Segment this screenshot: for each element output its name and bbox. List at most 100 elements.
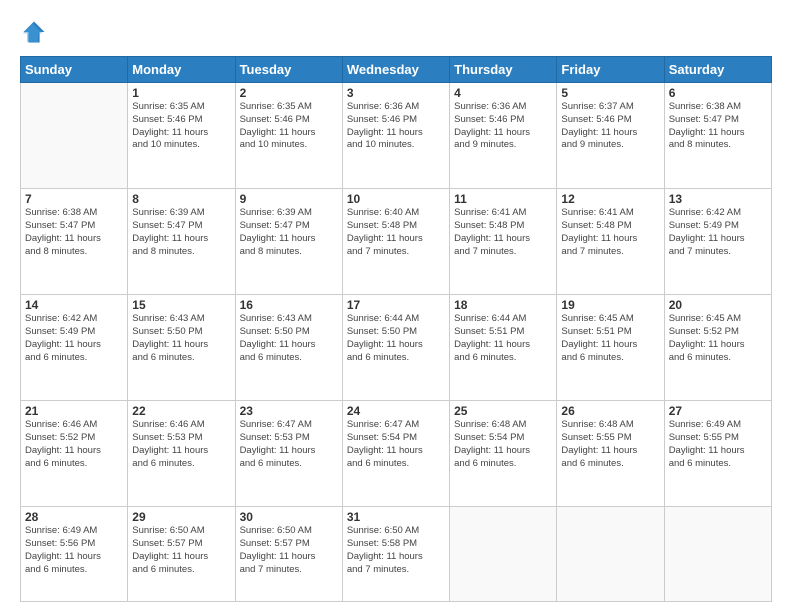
- cell-info: Sunrise: 6:36 AM Sunset: 5:46 PM Dayligh…: [347, 101, 445, 152]
- logo-icon: [20, 18, 48, 46]
- calendar-cell: 5Sunrise: 6:37 AM Sunset: 5:46 PM Daylig…: [557, 83, 664, 189]
- logo: [20, 18, 52, 46]
- calendar-week-row: 7Sunrise: 6:38 AM Sunset: 5:47 PM Daylig…: [21, 189, 772, 295]
- calendar-cell: [21, 83, 128, 189]
- cell-info: Sunrise: 6:43 AM Sunset: 5:50 PM Dayligh…: [240, 313, 338, 364]
- cell-info: Sunrise: 6:45 AM Sunset: 5:51 PM Dayligh…: [561, 313, 659, 364]
- day-number: 21: [25, 404, 123, 418]
- calendar-week-row: 21Sunrise: 6:46 AM Sunset: 5:52 PM Dayli…: [21, 401, 772, 507]
- calendar-cell: 3Sunrise: 6:36 AM Sunset: 5:46 PM Daylig…: [342, 83, 449, 189]
- calendar-cell: 18Sunrise: 6:44 AM Sunset: 5:51 PM Dayli…: [450, 295, 557, 401]
- calendar-cell: 28Sunrise: 6:49 AM Sunset: 5:56 PM Dayli…: [21, 507, 128, 602]
- cell-info: Sunrise: 6:50 AM Sunset: 5:57 PM Dayligh…: [240, 525, 338, 576]
- cell-info: Sunrise: 6:38 AM Sunset: 5:47 PM Dayligh…: [669, 101, 767, 152]
- weekday-header: Friday: [557, 57, 664, 83]
- cell-info: Sunrise: 6:37 AM Sunset: 5:46 PM Dayligh…: [561, 101, 659, 152]
- weekday-header: Thursday: [450, 57, 557, 83]
- calendar-cell: 2Sunrise: 6:35 AM Sunset: 5:46 PM Daylig…: [235, 83, 342, 189]
- calendar-cell: 12Sunrise: 6:41 AM Sunset: 5:48 PM Dayli…: [557, 189, 664, 295]
- cell-info: Sunrise: 6:39 AM Sunset: 5:47 PM Dayligh…: [240, 207, 338, 258]
- calendar-cell: 17Sunrise: 6:44 AM Sunset: 5:50 PM Dayli…: [342, 295, 449, 401]
- calendar-cell: 11Sunrise: 6:41 AM Sunset: 5:48 PM Dayli…: [450, 189, 557, 295]
- calendar-cell: [664, 507, 771, 602]
- cell-info: Sunrise: 6:40 AM Sunset: 5:48 PM Dayligh…: [347, 207, 445, 258]
- day-number: 17: [347, 298, 445, 312]
- calendar-cell: 1Sunrise: 6:35 AM Sunset: 5:46 PM Daylig…: [128, 83, 235, 189]
- weekday-header: Sunday: [21, 57, 128, 83]
- day-number: 27: [669, 404, 767, 418]
- day-number: 12: [561, 192, 659, 206]
- day-number: 2: [240, 86, 338, 100]
- day-number: 26: [561, 404, 659, 418]
- calendar-week-row: 14Sunrise: 6:42 AM Sunset: 5:49 PM Dayli…: [21, 295, 772, 401]
- calendar-cell: 10Sunrise: 6:40 AM Sunset: 5:48 PM Dayli…: [342, 189, 449, 295]
- day-number: 25: [454, 404, 552, 418]
- cell-info: Sunrise: 6:44 AM Sunset: 5:51 PM Dayligh…: [454, 313, 552, 364]
- cell-info: Sunrise: 6:47 AM Sunset: 5:54 PM Dayligh…: [347, 419, 445, 470]
- cell-info: Sunrise: 6:43 AM Sunset: 5:50 PM Dayligh…: [132, 313, 230, 364]
- calendar-cell: 29Sunrise: 6:50 AM Sunset: 5:57 PM Dayli…: [128, 507, 235, 602]
- day-number: 22: [132, 404, 230, 418]
- calendar-cell: 25Sunrise: 6:48 AM Sunset: 5:54 PM Dayli…: [450, 401, 557, 507]
- cell-info: Sunrise: 6:35 AM Sunset: 5:46 PM Dayligh…: [240, 101, 338, 152]
- calendar-cell: 27Sunrise: 6:49 AM Sunset: 5:55 PM Dayli…: [664, 401, 771, 507]
- calendar-cell: 26Sunrise: 6:48 AM Sunset: 5:55 PM Dayli…: [557, 401, 664, 507]
- calendar-cell: 8Sunrise: 6:39 AM Sunset: 5:47 PM Daylig…: [128, 189, 235, 295]
- weekday-header: Saturday: [664, 57, 771, 83]
- calendar-cell: 21Sunrise: 6:46 AM Sunset: 5:52 PM Dayli…: [21, 401, 128, 507]
- day-number: 10: [347, 192, 445, 206]
- cell-info: Sunrise: 6:38 AM Sunset: 5:47 PM Dayligh…: [25, 207, 123, 258]
- calendar-week-row: 28Sunrise: 6:49 AM Sunset: 5:56 PM Dayli…: [21, 507, 772, 602]
- cell-info: Sunrise: 6:39 AM Sunset: 5:47 PM Dayligh…: [132, 207, 230, 258]
- calendar-cell: 4Sunrise: 6:36 AM Sunset: 5:46 PM Daylig…: [450, 83, 557, 189]
- calendar-cell: 24Sunrise: 6:47 AM Sunset: 5:54 PM Dayli…: [342, 401, 449, 507]
- cell-info: Sunrise: 6:35 AM Sunset: 5:46 PM Dayligh…: [132, 101, 230, 152]
- day-number: 13: [669, 192, 767, 206]
- calendar-cell: [450, 507, 557, 602]
- calendar-cell: 23Sunrise: 6:47 AM Sunset: 5:53 PM Dayli…: [235, 401, 342, 507]
- calendar-cell: 31Sunrise: 6:50 AM Sunset: 5:58 PM Dayli…: [342, 507, 449, 602]
- day-number: 5: [561, 86, 659, 100]
- weekday-header: Tuesday: [235, 57, 342, 83]
- day-number: 8: [132, 192, 230, 206]
- day-number: 18: [454, 298, 552, 312]
- cell-info: Sunrise: 6:45 AM Sunset: 5:52 PM Dayligh…: [669, 313, 767, 364]
- calendar-cell: 19Sunrise: 6:45 AM Sunset: 5:51 PM Dayli…: [557, 295, 664, 401]
- day-number: 23: [240, 404, 338, 418]
- cell-info: Sunrise: 6:49 AM Sunset: 5:55 PM Dayligh…: [669, 419, 767, 470]
- day-number: 3: [347, 86, 445, 100]
- day-number: 30: [240, 510, 338, 524]
- calendar-header-row: SundayMondayTuesdayWednesdayThursdayFrid…: [21, 57, 772, 83]
- day-number: 4: [454, 86, 552, 100]
- cell-info: Sunrise: 6:46 AM Sunset: 5:53 PM Dayligh…: [132, 419, 230, 470]
- cell-info: Sunrise: 6:42 AM Sunset: 5:49 PM Dayligh…: [669, 207, 767, 258]
- calendar-cell: 20Sunrise: 6:45 AM Sunset: 5:52 PM Dayli…: [664, 295, 771, 401]
- weekday-header: Wednesday: [342, 57, 449, 83]
- header: [20, 18, 772, 46]
- calendar-cell: 6Sunrise: 6:38 AM Sunset: 5:47 PM Daylig…: [664, 83, 771, 189]
- calendar-cell: [557, 507, 664, 602]
- day-number: 14: [25, 298, 123, 312]
- calendar-cell: 22Sunrise: 6:46 AM Sunset: 5:53 PM Dayli…: [128, 401, 235, 507]
- calendar-cell: 9Sunrise: 6:39 AM Sunset: 5:47 PM Daylig…: [235, 189, 342, 295]
- cell-info: Sunrise: 6:50 AM Sunset: 5:58 PM Dayligh…: [347, 525, 445, 576]
- day-number: 31: [347, 510, 445, 524]
- page: SundayMondayTuesdayWednesdayThursdayFrid…: [0, 0, 792, 612]
- day-number: 28: [25, 510, 123, 524]
- calendar-cell: 13Sunrise: 6:42 AM Sunset: 5:49 PM Dayli…: [664, 189, 771, 295]
- calendar-cell: 30Sunrise: 6:50 AM Sunset: 5:57 PM Dayli…: [235, 507, 342, 602]
- calendar-week-row: 1Sunrise: 6:35 AM Sunset: 5:46 PM Daylig…: [21, 83, 772, 189]
- cell-info: Sunrise: 6:50 AM Sunset: 5:57 PM Dayligh…: [132, 525, 230, 576]
- cell-info: Sunrise: 6:41 AM Sunset: 5:48 PM Dayligh…: [561, 207, 659, 258]
- day-number: 11: [454, 192, 552, 206]
- day-number: 16: [240, 298, 338, 312]
- cell-info: Sunrise: 6:48 AM Sunset: 5:54 PM Dayligh…: [454, 419, 552, 470]
- weekday-header: Monday: [128, 57, 235, 83]
- day-number: 29: [132, 510, 230, 524]
- day-number: 7: [25, 192, 123, 206]
- cell-info: Sunrise: 6:44 AM Sunset: 5:50 PM Dayligh…: [347, 313, 445, 364]
- cell-info: Sunrise: 6:46 AM Sunset: 5:52 PM Dayligh…: [25, 419, 123, 470]
- cell-info: Sunrise: 6:49 AM Sunset: 5:56 PM Dayligh…: [25, 525, 123, 576]
- calendar-cell: 15Sunrise: 6:43 AM Sunset: 5:50 PM Dayli…: [128, 295, 235, 401]
- cell-info: Sunrise: 6:47 AM Sunset: 5:53 PM Dayligh…: [240, 419, 338, 470]
